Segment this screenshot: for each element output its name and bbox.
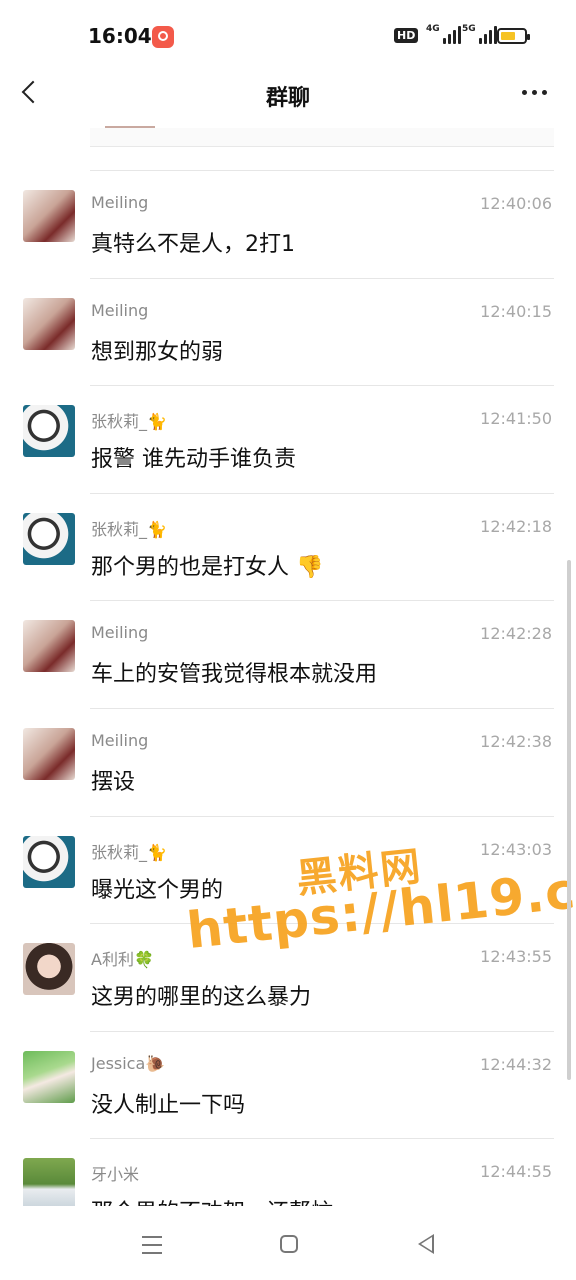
- sender-name: Meiling: [91, 300, 149, 320]
- row-divider: [90, 170, 554, 171]
- row-divider: [90, 492, 554, 494]
- message-timestamp: 12:44:55: [480, 1162, 552, 1182]
- menu-icon[interactable]: [142, 1236, 162, 1260]
- avatar[interactable]: [23, 512, 75, 565]
- message-text[interactable]: 车上的安管我觉得根本就没用: [91, 656, 377, 688]
- message-text[interactable]: 真特么不是人，2打1: [91, 226, 295, 258]
- battery-fill: [501, 32, 515, 40]
- message-row[interactable]: 张秋莉_🐈 12:42:18 那个男的也是打女人 👎: [0, 492, 576, 601]
- sender-name: Meiling: [91, 731, 149, 750]
- message-timestamp: 12:42:28: [480, 624, 552, 644]
- more-horizontal-icon[interactable]: [522, 90, 547, 95]
- sender-name: Jessica🐌: [91, 1053, 166, 1073]
- sender-name: Meiling: [91, 193, 149, 212]
- battery-icon: [497, 28, 530, 44]
- message-timestamp: 12:41:50: [480, 409, 552, 429]
- sender-name: Meiling: [91, 623, 149, 643]
- signal-5g-label: 5G: [462, 24, 476, 34]
- app-notification-icon: [152, 26, 174, 48]
- message-row[interactable]: Meiling 12:40:06 真特么不是人，2打1: [0, 170, 576, 278]
- row-divider: [90, 600, 554, 602]
- message-text[interactable]: 报警 谁先动手谁负责: [91, 441, 296, 473]
- message-timestamp: 12:42:18: [480, 516, 552, 536]
- message-row[interactable]: Meiling 12:42:28 车上的安管我觉得根本就没用: [0, 600, 576, 708]
- signal-5g-icon: 5G: [462, 24, 497, 44]
- avatar[interactable]: [23, 190, 75, 242]
- sender-name: 张秋莉_🐈: [91, 519, 167, 539]
- message-text[interactable]: 想到那女的弱: [91, 334, 223, 366]
- message-timestamp: 12:43:55: [480, 947, 552, 967]
- message-timestamp: 12:43:03: [480, 839, 552, 859]
- signal-4g-label: 4G: [426, 24, 440, 34]
- avatar[interactable]: [23, 728, 75, 780]
- message-timestamp: 12:40:06: [480, 194, 552, 213]
- row-divider: [90, 1138, 554, 1140]
- scrollbar[interactable]: [567, 560, 571, 1080]
- row-divider: [90, 1030, 554, 1032]
- message-row[interactable]: Jessica🐌 12:44:32 没人制止一下吗: [0, 1030, 576, 1139]
- message-text[interactable]: 没人制止一下吗: [91, 1087, 245, 1119]
- message-text[interactable]: 曝光这个男的: [91, 872, 223, 904]
- message-text[interactable]: 这男的哪里的这么暴力: [91, 979, 311, 1011]
- back-triangle-icon[interactable]: [418, 1234, 434, 1254]
- sender-name: 张秋莉_🐈: [91, 842, 167, 862]
- avatar[interactable]: [23, 835, 75, 888]
- row-divider: [90, 385, 554, 387]
- message-timestamp: 12:44:32: [480, 1054, 552, 1074]
- hd-icon: HD: [394, 28, 419, 43]
- page-title: 群聊: [265, 86, 310, 111]
- message-timestamp: 12:40:15: [480, 301, 552, 321]
- message-text[interactable]: 那个男的不劝架，还帮忙: [91, 1194, 333, 1206]
- sender-name: A利利🍀: [91, 950, 154, 970]
- row-divider: [90, 708, 554, 709]
- avatar[interactable]: [23, 297, 75, 350]
- home-icon[interactable]: [280, 1235, 298, 1253]
- avatar[interactable]: [23, 943, 75, 996]
- sender-name: 牙小米: [91, 1165, 140, 1185]
- message-text[interactable]: 摆设: [91, 764, 135, 796]
- signal-4g-icon: 4G: [426, 24, 461, 44]
- avatar[interactable]: [23, 620, 75, 673]
- row-divider: [90, 815, 554, 817]
- status-time: 16:04: [88, 24, 152, 48]
- partial-message-row: [90, 128, 554, 147]
- message-row[interactable]: 牙小米 12:44:55 那个男的不劝架，还帮忙: [0, 1138, 576, 1206]
- sender-name: 张秋莉_🐈: [91, 412, 167, 432]
- avatar[interactable]: [23, 1158, 75, 1206]
- message-row[interactable]: Meiling 12:40:15 想到那女的弱: [0, 277, 576, 386]
- avatar[interactable]: [23, 405, 75, 458]
- message-row[interactable]: 张秋莉_🐈 12:41:50 报警 谁先动手谁负责: [0, 385, 576, 493]
- message-list[interactable]: Meiling 12:40:06 真特么不是人，2打1 Meiling 12:40:15…: [0, 170, 576, 1206]
- message-timestamp: 12:42:38: [480, 732, 552, 751]
- avatar[interactable]: [23, 1050, 75, 1103]
- message-text[interactable]: 那个男的也是打女人 👎: [91, 549, 323, 581]
- message-row[interactable]: Meiling 12:42:38 摆设: [0, 708, 576, 816]
- row-divider: [90, 277, 554, 279]
